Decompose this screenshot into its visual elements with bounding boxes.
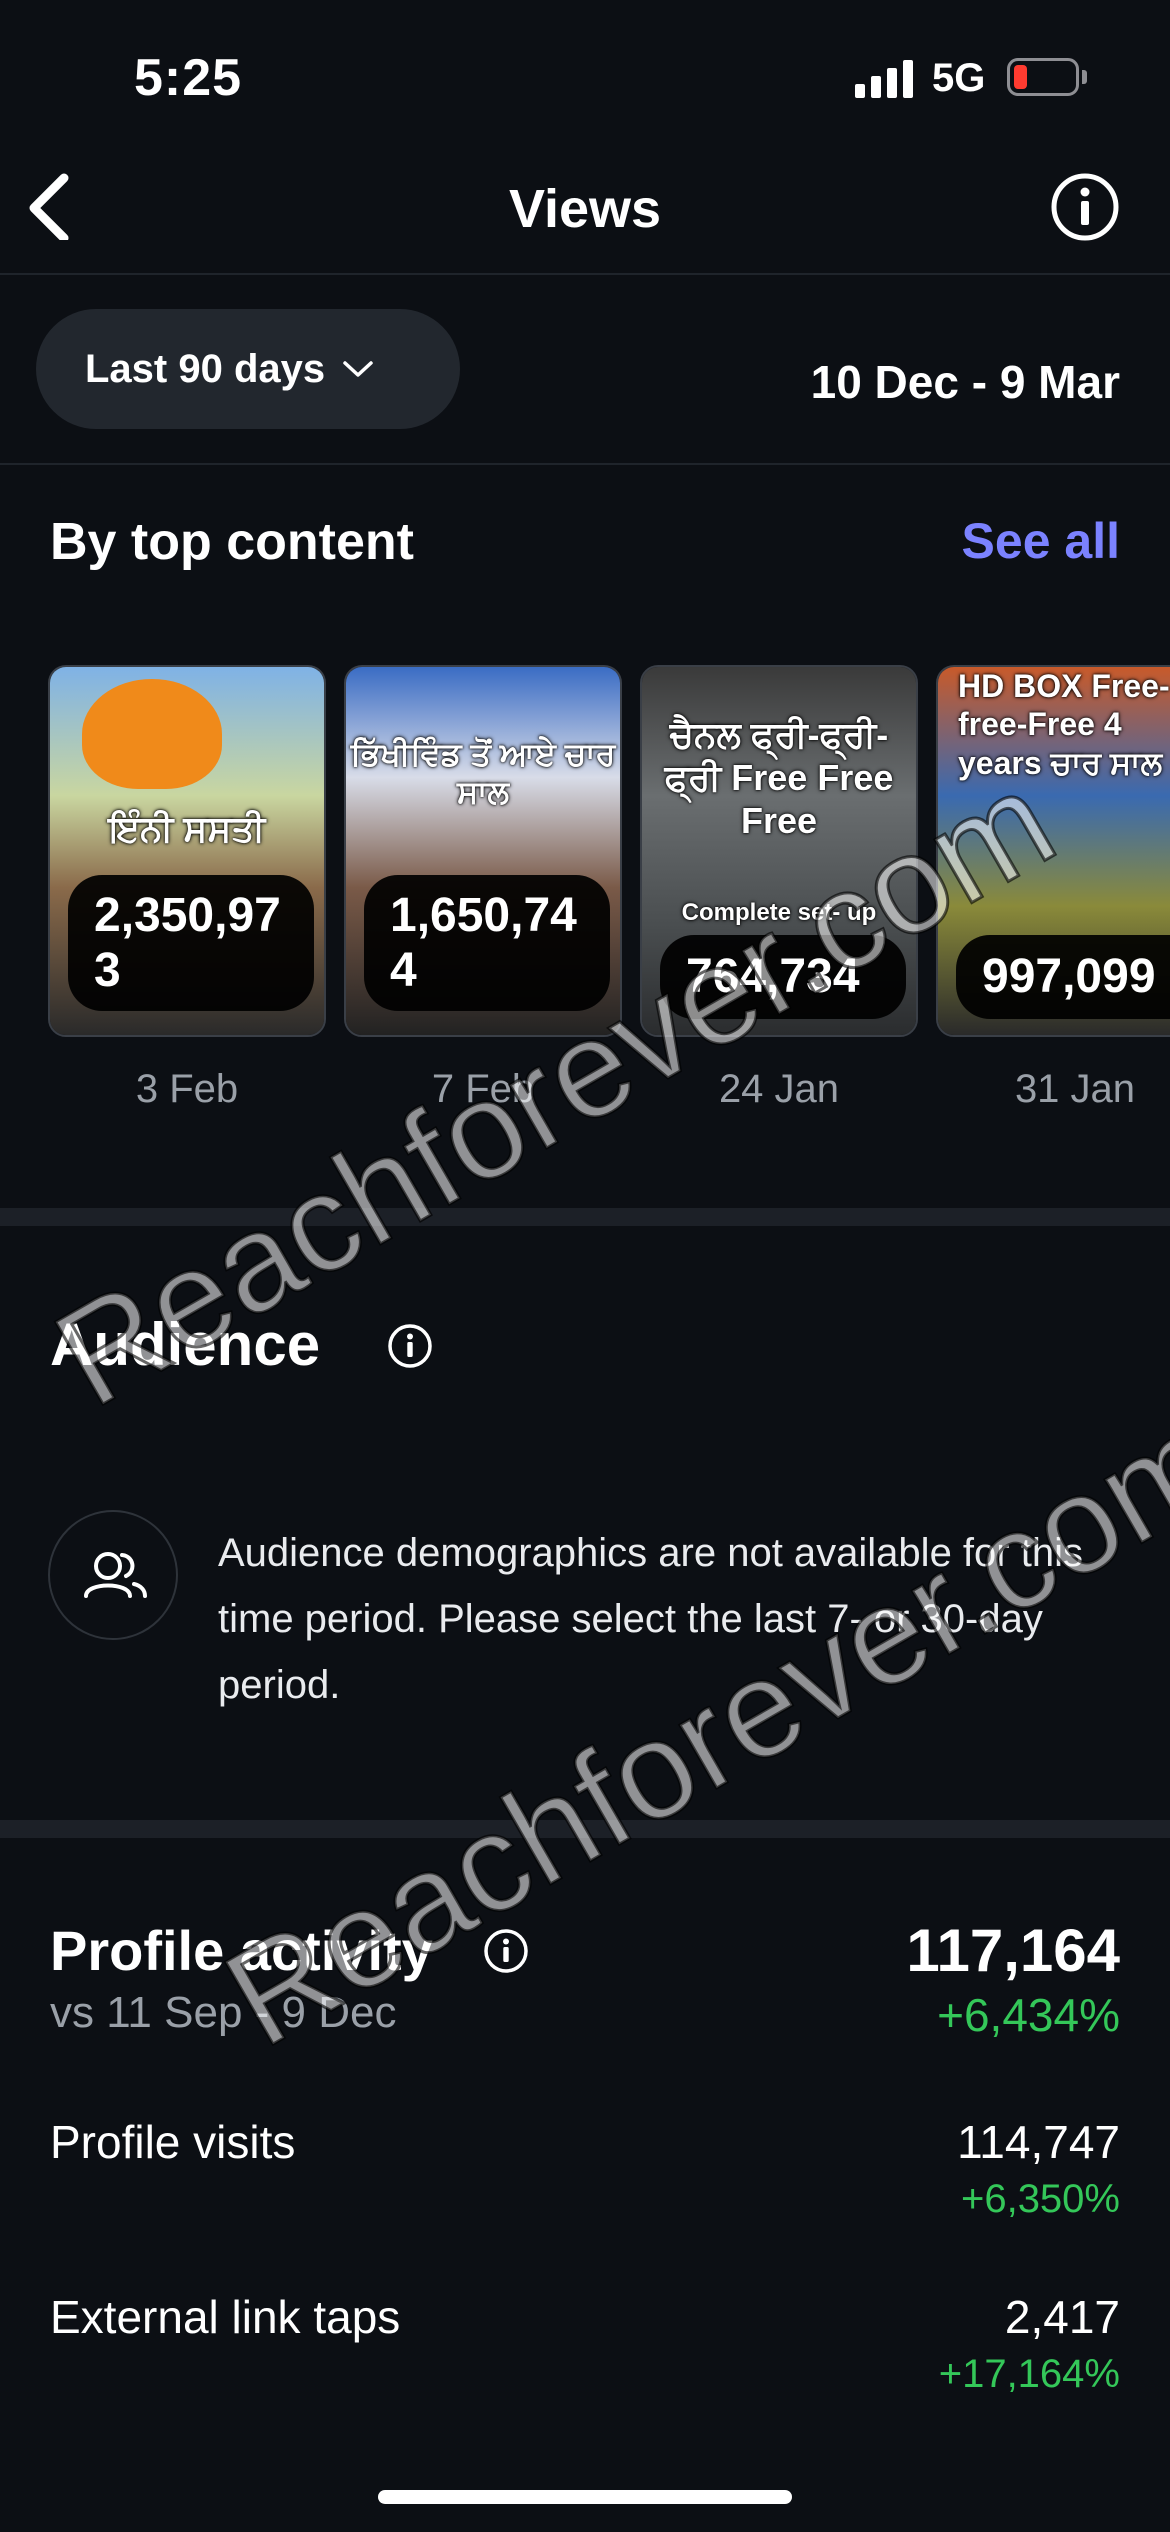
audience-title: Audience bbox=[50, 1311, 321, 1378]
thumbnail-caption: ਚੈਨਲ ਫ੍ਰੀ-ਫ੍ਰੀ-ਫ੍ਰੀ Free Free Free bbox=[664, 714, 894, 842]
audience-info-icon[interactable] bbox=[386, 1322, 434, 1370]
external-link-taps-value: 2,417 bbox=[1004, 2291, 1120, 2343]
top-content-title: By top content bbox=[50, 513, 414, 571]
battery-icon bbox=[1007, 58, 1079, 96]
date-range-text: 10 Dec - 9 Mar bbox=[810, 356, 1120, 408]
content-date: 31 Jan bbox=[1014, 1067, 1136, 1111]
page-title: Views bbox=[508, 179, 662, 239]
battery-tip bbox=[1082, 70, 1087, 84]
turban-shape bbox=[82, 679, 222, 789]
content-date: 24 Jan bbox=[718, 1067, 840, 1111]
thumbnail-subcaption: Complete set- up bbox=[681, 899, 877, 926]
section-divider bbox=[0, 1820, 1170, 1838]
views-count: 764,734 bbox=[660, 935, 906, 1019]
chevron-down-icon bbox=[343, 361, 373, 377]
profile-activity-delta: +6,434% bbox=[937, 1989, 1120, 2041]
profile-visits-label: Profile visits bbox=[50, 2116, 296, 2168]
comparison-period: vs 11 Sep - 9 Dec bbox=[50, 1988, 397, 2037]
content-card[interactable]: ਇੰਨੀ ਸਸਤੀ 2,350,97 3 bbox=[48, 665, 326, 1037]
status-bar: 5:25 5G bbox=[0, 0, 1170, 150]
content-card[interactable]: ਚੈਨਲ ਫ੍ਰੀ-ਫ੍ਰੀ-ਫ੍ਰੀ Free Free Free Compl… bbox=[640, 665, 918, 1037]
audience-people-icon bbox=[48, 1510, 178, 1640]
top-content-carousel[interactable]: ਇੰਨੀ ਸਸਤੀ 2,350,97 3 3 Feb ਭਿੱਖੀਵਿੰਡ ਤੋਂ … bbox=[0, 665, 1170, 1125]
profile-visits-value: 114,747 bbox=[957, 2116, 1120, 2168]
views-count: 997,099 bbox=[956, 935, 1170, 1019]
external-link-taps-delta: +17,164% bbox=[938, 2352, 1120, 2396]
thumbnail-caption: ਭਿੱਖੀਵਿੰਡ ਤੋਂ ਆਏ ਚਾਰ ਸਾਲ bbox=[350, 736, 616, 811]
profile-activity-info-icon[interactable] bbox=[482, 1927, 530, 1975]
content-card[interactable]: ਭਿੱਖੀਵਿੰਡ ਤੋਂ ਆਏ ਚਾਰ ਸਾਲ 1,650,74 4 bbox=[344, 665, 622, 1037]
views-count: 2,350,97 3 bbox=[68, 875, 314, 1011]
audience-unavailable-message: Audience demographics are not available … bbox=[218, 1531, 1083, 1707]
profile-visits-delta: +6,350% bbox=[960, 2177, 1120, 2221]
date-range-dropdown-label: Last 90 days bbox=[85, 346, 326, 391]
cellular-signal-icon bbox=[855, 60, 915, 98]
profile-activity-total: 117,164 bbox=[906, 1917, 1120, 1984]
content-date: 3 Feb bbox=[135, 1067, 239, 1111]
content-date: 7 Feb bbox=[431, 1067, 535, 1111]
info-icon[interactable] bbox=[1050, 172, 1120, 242]
see-all-link[interactable]: See all bbox=[962, 512, 1120, 570]
status-time: 5:25 bbox=[134, 49, 243, 107]
thumbnail-caption: ਇੰਨੀ ਸਸਤੀ bbox=[108, 808, 266, 849]
external-link-taps-label: External link taps bbox=[50, 2291, 401, 2343]
date-range-dropdown[interactable]: Last 90 days bbox=[36, 309, 460, 429]
thumbnail-caption: HD BOX Free-free-Free 4 years ਚਾਰ ਸਾਲ bbox=[958, 668, 1170, 781]
section-divider bbox=[0, 1208, 1170, 1226]
views-count: 1,650,74 4 bbox=[364, 875, 610, 1011]
network-type: 5G bbox=[932, 56, 986, 100]
profile-activity-title: Profile activity bbox=[50, 1919, 433, 1982]
navigation-bar: Views bbox=[0, 150, 1170, 275]
home-indicator[interactable] bbox=[378, 2490, 792, 2504]
content-card[interactable]: HD BOX Free-free-Free 4 years ਚਾਰ ਸਾਲ 99… bbox=[936, 665, 1170, 1037]
filter-row: Last 90 days 10 Dec - 9 Mar bbox=[0, 277, 1170, 465]
